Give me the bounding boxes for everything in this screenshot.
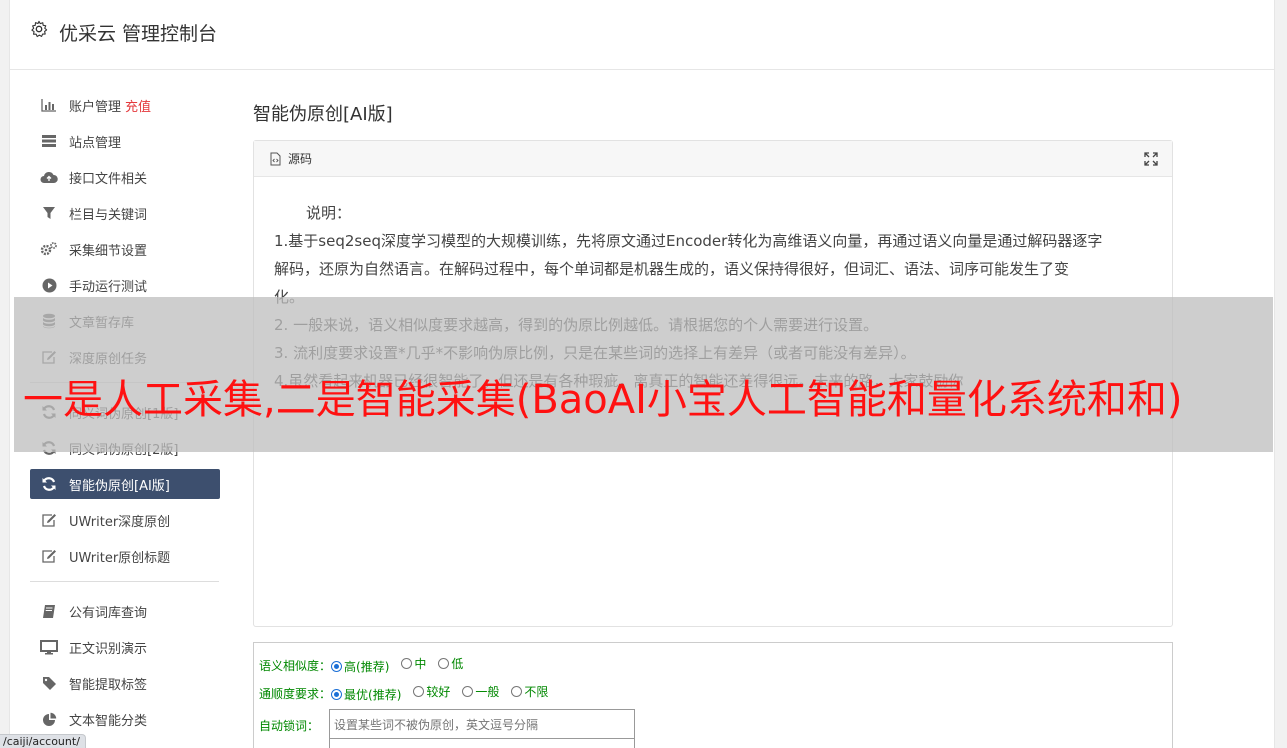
radio-label: 最优(推荐) — [344, 688, 402, 702]
sidebar-item-label: 账户管理 — [69, 99, 122, 115]
sidebar-item-label: 智能伪原创[AI版] — [69, 478, 170, 494]
sidebar-item[interactable]: 手动运行测试 — [30, 270, 220, 300]
pie-chart-icon — [40, 711, 58, 727]
note-title: 说明： — [306, 204, 352, 222]
page-title: 智能伪原创[AI版] — [253, 104, 393, 125]
sidebar-item[interactable]: 栏目与关键词 — [30, 198, 220, 228]
sidebar-item-label: 正文识别演示 — [69, 641, 148, 657]
sidebar-item-label: 文本智能分类 — [69, 713, 148, 729]
similarity-option[interactable]: 低 — [438, 655, 463, 672]
similarity-label: 语义相似度： — [259, 658, 332, 673]
server-list-icon — [40, 133, 58, 149]
radio-label: 中 — [414, 657, 427, 671]
expand-icon[interactable] — [1144, 152, 1158, 166]
sidebar-item-label: 站点管理 — [69, 135, 122, 151]
sidebar-item[interactable]: 接口文件相关 — [30, 162, 220, 192]
ai-settings-form: 语义相似度： 高(推荐) 中 低 通顺度要求： 最优(推荐) 较好 一般 不限 自动锁词： — [253, 642, 1173, 748]
edit-icon — [40, 548, 58, 564]
nav-divider — [30, 581, 219, 582]
similarity-option[interactable]: 高(推荐) — [331, 658, 389, 675]
main-content: 智能伪原创[AI版] 源码 说明： 1.基于seq2seq深度学习模型的大规模训… — [253, 100, 1175, 748]
sidebar-item[interactable]: 智能伪原创[AI版] — [30, 469, 220, 499]
sidebar-item-label: 接口文件相关 — [69, 171, 148, 187]
refresh-icon — [40, 476, 58, 492]
sidebar-item-label: 手动运行测试 — [69, 279, 148, 295]
similarity-row: 语义相似度： 高(推荐) 中 低 — [259, 651, 1167, 679]
fluency-option[interactable]: 较好 — [413, 683, 450, 700]
sidebar-item-label: 智能提取标签 — [69, 677, 148, 693]
note-line: 1.基于seq2seq深度学习模型的大规模训练，先将原文通过Encoder转化为… — [274, 232, 1103, 250]
cogs-icon — [40, 241, 58, 257]
sidebar-item[interactable]: UWriter原创标题 — [30, 541, 220, 571]
sidebar-item[interactable]: 智能提取标签 — [30, 668, 220, 698]
similarity-option[interactable]: 中 — [401, 655, 426, 672]
similarity-options: 高(推荐) 中 低 — [331, 655, 475, 675]
fluency-row: 通顺度要求： 最优(推荐) 较好 一般 不限 — [259, 679, 1167, 707]
gear-icon — [31, 20, 48, 38]
source-file-icon — [270, 152, 281, 165]
sidebar-item[interactable]: 站点管理 — [30, 126, 220, 156]
sidebar-item-label: 公有词库查询 — [69, 605, 148, 621]
fluency-label: 通顺度要求： — [259, 686, 332, 701]
status-url: /caiji/account/ — [0, 734, 86, 748]
radio-label: 较好 — [426, 685, 451, 699]
sidebar-item[interactable]: UWriter深度原创 — [30, 505, 220, 535]
sidebar-item-label: UWriter深度原创 — [69, 514, 171, 530]
radio-label: 一般 — [475, 685, 500, 699]
radio-button[interactable] — [401, 658, 413, 669]
sidebar-item-label: 栏目与关键词 — [69, 207, 148, 223]
radio-button[interactable] — [331, 661, 343, 672]
radio-label: 不限 — [524, 685, 549, 699]
radio-button[interactable] — [413, 686, 425, 697]
overlay-caption: 一是人工采集,二是智能采集(BaoAI小宝人工智能和量化系统和和) — [23, 377, 1183, 423]
panel-header: 源码 — [254, 141, 1172, 177]
fluency-option[interactable]: 一般 — [462, 683, 499, 700]
lock-words-input[interactable] — [329, 708, 635, 742]
radio-button[interactable] — [462, 686, 474, 697]
filter-icon — [40, 205, 58, 221]
radio-button[interactable] — [438, 658, 450, 669]
note-line: 解码，还原为自然语言。在解码过程中，每个单词都是机器生成的，语义保持得很好，但词… — [274, 260, 1070, 278]
watermark-band — [14, 297, 1273, 452]
radio-button[interactable] — [511, 686, 523, 697]
radio-label: 高(推荐) — [344, 660, 390, 674]
sidebar-item-label: 采集细节设置 — [69, 243, 148, 259]
sidebar-item-label: UWriter原创标题 — [69, 550, 171, 566]
sidebar-item[interactable]: 采集细节设置 — [30, 234, 220, 264]
fluency-options: 最优(推荐) 较好 一般 不限 — [331, 683, 560, 703]
sidebar-item[interactable]: 账户管理 充值 — [30, 90, 220, 120]
play-circle-icon — [40, 277, 58, 293]
tag-icon — [40, 675, 58, 691]
console-title: 优采云 管理控制台 — [59, 23, 218, 45]
bar-chart-icon — [40, 97, 58, 113]
monitor-icon — [40, 639, 58, 655]
radio-label: 低 — [451, 657, 464, 671]
panel-header-label: 源码 — [288, 152, 313, 166]
second-input[interactable] — [329, 738, 635, 748]
fluency-option[interactable]: 不限 — [511, 683, 548, 700]
top-header: 优采云 管理控制台 — [10, 0, 1274, 70]
book-icon — [40, 603, 58, 619]
fluency-option[interactable]: 最优(推荐) — [331, 686, 401, 703]
recharge-link[interactable]: 充值 — [125, 96, 151, 115]
sidebar-item[interactable]: 公有词库查询 — [30, 596, 220, 626]
radio-button[interactable] — [331, 689, 343, 700]
edit-icon — [40, 512, 58, 528]
cloud-upload-icon — [40, 169, 58, 185]
sidebar-item[interactable]: 文本智能分类 — [30, 704, 220, 734]
lock-label: 自动锁词： — [259, 718, 320, 733]
sidebar-item[interactable]: 正文识别演示 — [30, 632, 220, 662]
